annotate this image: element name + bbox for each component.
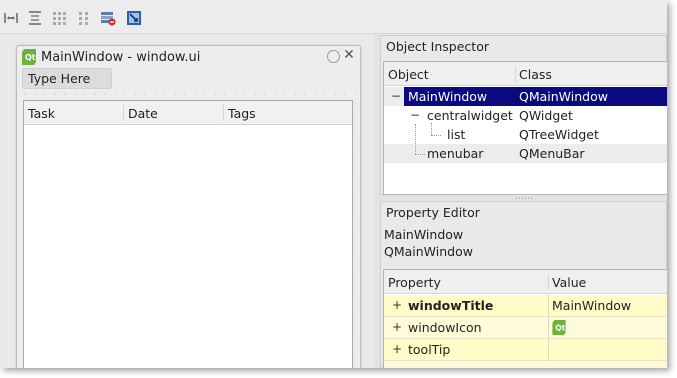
column-header-tags[interactable]: Tags <box>228 106 256 121</box>
column-separator <box>223 105 224 121</box>
selected-object-name: MainWindow <box>384 227 464 242</box>
property-table-header: Property Value <box>384 270 667 294</box>
layout-vertical-splitter-icon[interactable] <box>27 10 43 26</box>
form-window[interactable]: Qt MainWindow - window.ui ✕ Type Here Ta… <box>16 45 361 368</box>
object-class: QMainWindow <box>519 89 608 104</box>
panel-title: Property Editor <box>386 205 480 220</box>
column-header-date[interactable]: Date <box>128 106 158 121</box>
form-titlebar[interactable]: Qt MainWindow - window.ui ✕ <box>17 46 360 68</box>
column-separator <box>548 274 549 290</box>
property-row-partial <box>384 361 667 368</box>
column-header-property[interactable]: Property <box>388 275 441 290</box>
selected-object-class: QMainWindow <box>384 244 473 259</box>
designer-window: Qt MainWindow - window.ui ✕ Type Here Ta… <box>0 0 667 368</box>
object-tree-header: Object Class <box>384 62 667 86</box>
menubar-placeholder[interactable]: Type Here <box>22 68 112 89</box>
column-separator <box>548 317 549 339</box>
svg-text:Qt: Qt <box>25 53 36 62</box>
layout-form-icon[interactable] <box>76 10 92 26</box>
object-row-centralwidget[interactable]: − centralwidget QWidget <box>384 106 667 125</box>
object-name: menubar <box>427 146 484 161</box>
tree-guide-line <box>415 124 416 154</box>
menubar-placeholder-label: Type Here <box>28 71 91 86</box>
task-tree-widget[interactable]: Task Date Tags <box>23 100 353 368</box>
qt-logo-icon: Qt <box>22 49 36 65</box>
column-separator <box>548 295 549 317</box>
panel-title: Object Inspector <box>386 39 489 54</box>
object-inspector-panel: Object Inspector Object Class − MainWind… <box>380 35 667 195</box>
property-row-tooltip[interactable]: + toolTip <box>384 339 667 361</box>
collapse-icon[interactable]: − <box>391 89 401 103</box>
break-layout-icon[interactable] <box>100 10 116 26</box>
object-row-menubar[interactable]: menubar QMenuBar <box>384 124 667 163</box>
property-row-windowicon[interactable]: + windowIcon Qt <box>384 317 667 339</box>
tree-guide-line <box>415 154 425 155</box>
expand-icon[interactable]: + <box>392 342 402 356</box>
column-header-task[interactable]: Task <box>28 106 55 121</box>
column-separator <box>123 105 124 121</box>
object-name: MainWindow <box>408 89 488 104</box>
splitter-grip <box>515 197 533 199</box>
adjust-size-icon[interactable] <box>126 10 142 26</box>
expand-icon[interactable]: + <box>392 320 402 334</box>
object-row-list[interactable]: list QTreeWidget <box>384 123 667 144</box>
property-editor-panel: Property Editor MainWindow QMainWindow P… <box>380 201 667 368</box>
minimize-icon[interactable] <box>327 50 340 63</box>
collapse-icon[interactable]: − <box>410 108 420 122</box>
property-name: windowTitle <box>408 298 494 313</box>
toolbar <box>0 0 667 34</box>
property-row-windowtitle[interactable]: + windowTitle MainWindow <box>384 295 667 317</box>
property-name: toolTip <box>408 342 451 357</box>
column-separator <box>515 66 516 82</box>
object-name: centralwidget <box>427 108 513 123</box>
column-header-value[interactable]: Value <box>552 275 586 290</box>
tree-guide-line <box>431 135 441 136</box>
object-name: list <box>447 127 466 142</box>
qt-logo-icon[interactable]: Qt <box>552 320 566 335</box>
object-class: QWidget <box>519 108 573 123</box>
object-class: QMenuBar <box>519 146 585 161</box>
column-header-class[interactable]: Class <box>519 67 552 82</box>
layout-horizontal-splitter-icon[interactable] <box>3 10 19 26</box>
object-tree[interactable]: Object Class − MainWindow QMainWindow − … <box>383 61 667 195</box>
property-table[interactable]: Property Value + windowTitle MainWindow … <box>383 269 667 368</box>
column-separator <box>548 339 549 361</box>
close-icon[interactable]: ✕ <box>342 47 356 63</box>
svg-text:Qt: Qt <box>555 323 565 332</box>
object-row-mainwindow[interactable]: − MainWindow QMainWindow <box>384 87 667 106</box>
layout-grid-icon[interactable] <box>51 10 67 26</box>
expand-icon[interactable]: + <box>392 298 402 312</box>
form-title: MainWindow - window.ui <box>41 50 201 65</box>
object-class: QTreeWidget <box>519 127 599 142</box>
tree-header: Task Date Tags <box>24 101 352 125</box>
property-value[interactable]: MainWindow <box>552 298 631 313</box>
designer-canvas: Qt MainWindow - window.ui ✕ Type Here Ta… <box>0 35 374 368</box>
tree-guide-line <box>431 123 432 135</box>
column-header-object[interactable]: Object <box>388 67 429 82</box>
property-name: windowIcon <box>408 320 482 335</box>
